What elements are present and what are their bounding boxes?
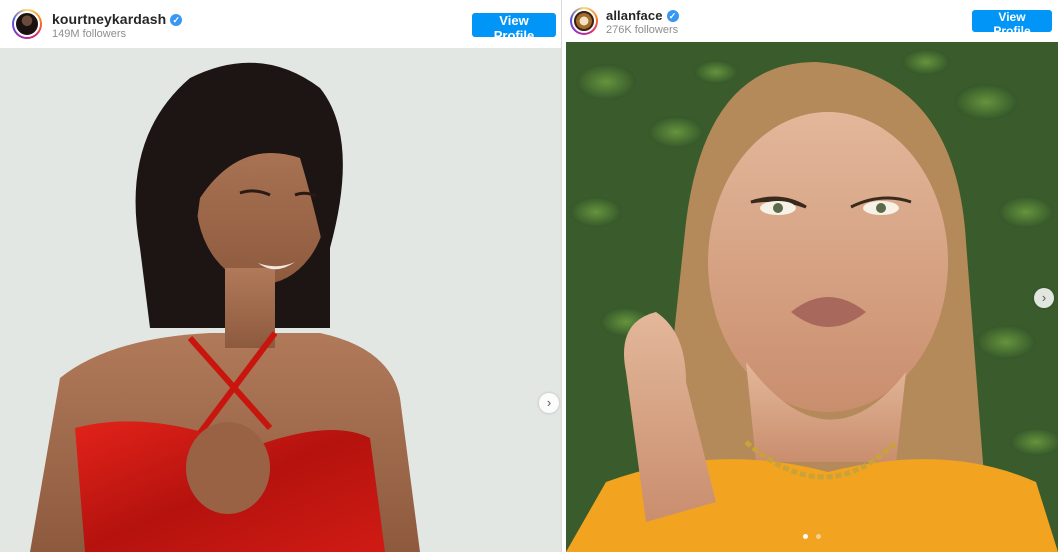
profile-avatar[interactable] bbox=[12, 9, 42, 39]
portrait-photo bbox=[566, 42, 1058, 552]
post-image[interactable]: › bbox=[566, 42, 1058, 552]
next-image-button[interactable]: › bbox=[1034, 288, 1054, 308]
view-profile-button[interactable]: View Profile bbox=[972, 10, 1052, 38]
carousel-dot bbox=[803, 534, 809, 539]
username[interactable]: kourtneykardash ✓ bbox=[52, 11, 183, 27]
username[interactable]: allanface ✓ bbox=[606, 8, 679, 23]
portrait-photo bbox=[0, 48, 562, 552]
next-image-button[interactable]: › bbox=[539, 393, 559, 413]
verified-badge-icon: ✓ bbox=[666, 10, 679, 22]
view-profile-button[interactable]: View Profile bbox=[472, 13, 556, 43]
post-header: allanface ✓ 276K followers View Profile bbox=[566, 0, 1058, 46]
post-image[interactable]: › bbox=[0, 48, 562, 552]
carousel-indicator bbox=[566, 526, 1058, 544]
verified-badge-icon: ✓ bbox=[170, 14, 183, 26]
post-header: kourtneykardash ✓ 149M followers View Pro… bbox=[0, 0, 562, 48]
follower-count: 276K followers bbox=[606, 24, 679, 36]
follower-count: 149M followers bbox=[52, 28, 126, 40]
instagram-embed-allanface: allanface✓ 276K followers View Profile bbox=[566, 0, 1058, 552]
instagram-embed-kourtneykardash: kourtneykardash ✓ 149M followers View Pro… bbox=[0, 0, 562, 552]
carousel-dot bbox=[815, 534, 821, 539]
profile-avatar[interactable] bbox=[570, 7, 598, 35]
